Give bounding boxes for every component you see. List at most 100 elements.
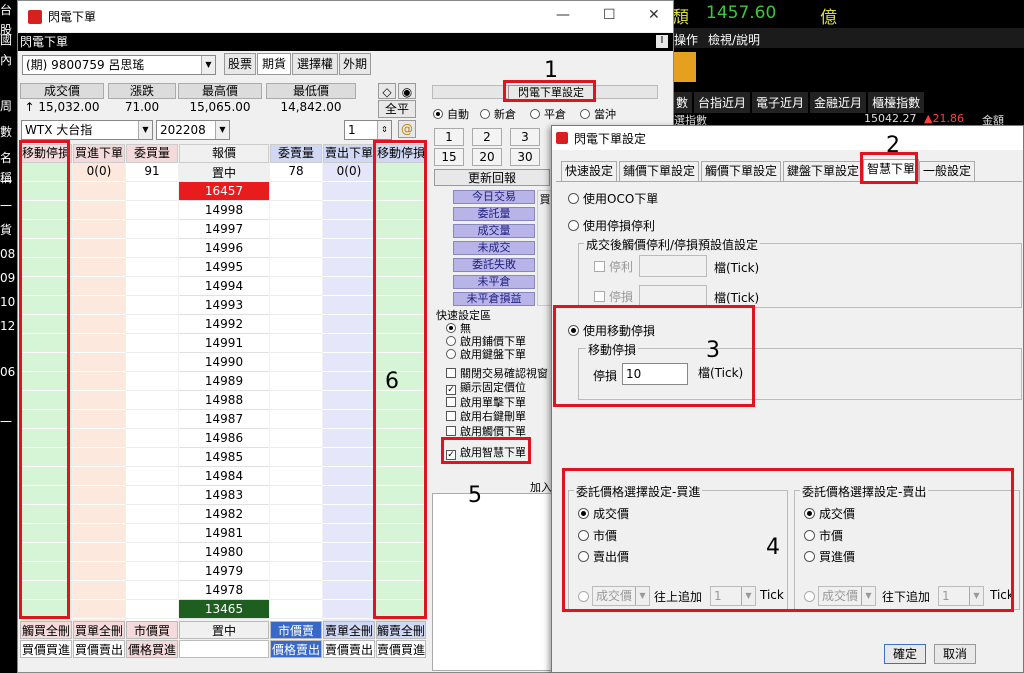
buy-order-column[interactable] [73,163,125,639]
report-filled-qty-button[interactable]: 成交量 [453,224,535,238]
price-column[interactable]: 16457 14998 14997 14996 14995 14994 14993 1499… [179,182,269,619]
sell-at-bid-button[interactable]: 買價賣出 [73,640,125,658]
tab-foreign-futures[interactable]: 外期 [339,53,371,75]
market-sell-button[interactable]: 市價賣 [270,621,322,639]
bg-tab[interactable]: 金融近月 [810,92,867,113]
stop-profit-radio[interactable]: 使用停損停利 [568,217,655,234]
report-order-qty-button[interactable]: 委託量 [453,207,535,221]
symbol-select[interactable]: WTX 大台指 ▼ [21,120,153,140]
tab-trigger-settings[interactable]: 觸價下單設定 [701,161,782,181]
price-row[interactable]: 14981 [179,524,269,543]
arrow-updown-icon[interactable]: ◇ [378,83,396,99]
qty-preset-button[interactable]: 2 [472,128,502,146]
report-open-pnl-button[interactable]: 未平倉損益 [453,292,535,306]
bg-tab[interactable]: 數 [672,92,693,113]
tab-quick-settings[interactable]: 快速設定 [561,161,618,181]
price-row[interactable]: 14990 [179,353,269,372]
sell-at-ask-button[interactable]: 賣價賣出 [323,640,375,658]
buy-at-bid-button[interactable]: 買價買進 [20,640,72,658]
qty-preset-button[interactable]: 15 [434,148,464,166]
price-row[interactable]: 14997 [179,220,269,239]
price-row[interactable]: 14978 [179,581,269,600]
price-row[interactable]: 14991 [179,334,269,353]
account-select[interactable]: (期) 9800759 呂思瑤 ▼ [22,55,216,75]
tab-futures[interactable]: 期貨 [257,53,291,75]
take-profit-checkbox[interactable]: 停利 [594,258,633,275]
qty-preset-button[interactable]: 1 [434,128,464,146]
price-row[interactable]: 14992 [179,315,269,334]
bg-tab[interactable]: 電子近月 [752,92,809,113]
mode-daytrade[interactable]: 當沖 [580,106,616,122]
qty-preset-button[interactable]: 20 [472,148,502,166]
annotation-label-4: 4 [766,535,780,560]
stop-loss-input[interactable] [639,285,707,307]
delete-all-sell-orders-button[interactable]: 賣單全刪 [323,621,375,639]
minimize-icon[interactable]: — [556,7,570,23]
center-button[interactable]: 置中 [179,164,269,181]
price-row[interactable]: 14995 [179,258,269,277]
price-row[interactable]: 14989 [179,372,269,391]
buy-at-ask-button[interactable]: 賣價買進 [376,640,426,658]
price-row[interactable]: 14982 [179,505,269,524]
refresh-icon[interactable]: @ [398,120,416,138]
delete-all-buy-stops-button[interactable]: 觸買全刪 [20,621,72,639]
delete-all-buy-orders-button[interactable]: 買單全刪 [73,621,125,639]
price-row[interactable]: 14994 [179,277,269,296]
tab-keyboard-settings[interactable]: 鍵盤下單設定 [783,161,864,181]
stepper-icon[interactable]: ⇕ [377,121,391,139]
cancel-button[interactable]: 取消 [934,644,976,664]
report-failed-button[interactable]: 委託失敗 [453,258,535,272]
quick-check-right-delete[interactable]: 啟用右鍵刪單 [446,408,526,424]
tab-options[interactable]: 選擇權 [292,53,338,75]
bg-tab[interactable]: 櫃檯指數 [868,92,925,113]
bg-menu-item[interactable]: 操作 [674,31,698,48]
qty-stepper[interactable]: 1 ⇕ [344,120,392,140]
tab-general-settings[interactable]: 一般設定 [919,161,976,181]
report-open-position-button[interactable]: 未平倉 [453,275,535,289]
mode-close[interactable]: 平倉 [530,106,566,122]
limit-up-price[interactable]: 16457 [179,182,269,201]
price-row[interactable]: 14996 [179,239,269,258]
qty-preset-button[interactable]: 30 [510,148,540,166]
close-all-button[interactable]: 全平 [378,100,416,118]
report-unfilled-button[interactable]: 未成交 [453,241,535,255]
price-row[interactable]: 14993 [179,296,269,315]
price-row[interactable]: 14980 [179,543,269,562]
pin-button[interactable]: I [656,35,668,48]
center-bottom-button[interactable]: 置中 [179,621,269,639]
price-row[interactable]: 14987 [179,410,269,429]
refresh-report-button[interactable]: 更新回報 [434,169,550,186]
price-buy-button[interactable]: 價格買進 [126,640,178,658]
price-sell-button[interactable]: 價格賣出 [270,640,322,658]
price-row[interactable]: 14986 [179,429,269,448]
price-row[interactable]: 14983 [179,486,269,505]
order-list-box[interactable] [432,493,556,671]
close-icon[interactable]: ✕ [648,7,660,23]
sell-order-column[interactable] [323,163,375,639]
price-row[interactable]: 14984 [179,467,269,486]
quick-radio-keyboard[interactable]: 啟用鍵盤下單 [446,346,526,362]
report-today-button[interactable]: 今日交易 [453,190,535,204]
month-select[interactable]: 202208 ▼ [156,120,230,140]
qty-preset-button[interactable]: 3 [510,128,540,146]
maximize-icon[interactable]: ☐ [603,7,616,23]
bg-menu-item[interactable]: 檢視/說明 [708,31,760,48]
delete-all-sell-stops-button[interactable]: 觸賣全刪 [376,621,426,639]
tab-stocks[interactable]: 股票 [224,53,256,75]
price-row[interactable]: 14979 [179,562,269,581]
eye-icon[interactable]: ◉ [398,83,416,99]
price-row[interactable]: 14985 [179,448,269,467]
mode-new[interactable]: 新倉 [480,106,516,122]
take-profit-input[interactable] [639,255,707,277]
price-row[interactable]: 14998 [179,201,269,220]
stop-loss-checkbox[interactable]: 停損 [594,288,633,305]
limit-down-price[interactable]: 13465 [179,600,269,619]
ok-button[interactable]: 確定 [884,644,926,664]
quick-check-fixed-price[interactable]: ✓ 顯示固定價位 [446,379,526,395]
market-buy-button[interactable]: 市價買 [126,621,178,639]
oco-radio[interactable]: 使用OCO下單 [568,190,658,207]
price-row[interactable]: 14988 [179,391,269,410]
mode-auto[interactable]: 自動 [433,106,469,122]
bg-tab[interactable]: 台指近月 [694,92,751,113]
tab-ladder-settings[interactable]: 鋪價下單設定 [619,161,700,181]
